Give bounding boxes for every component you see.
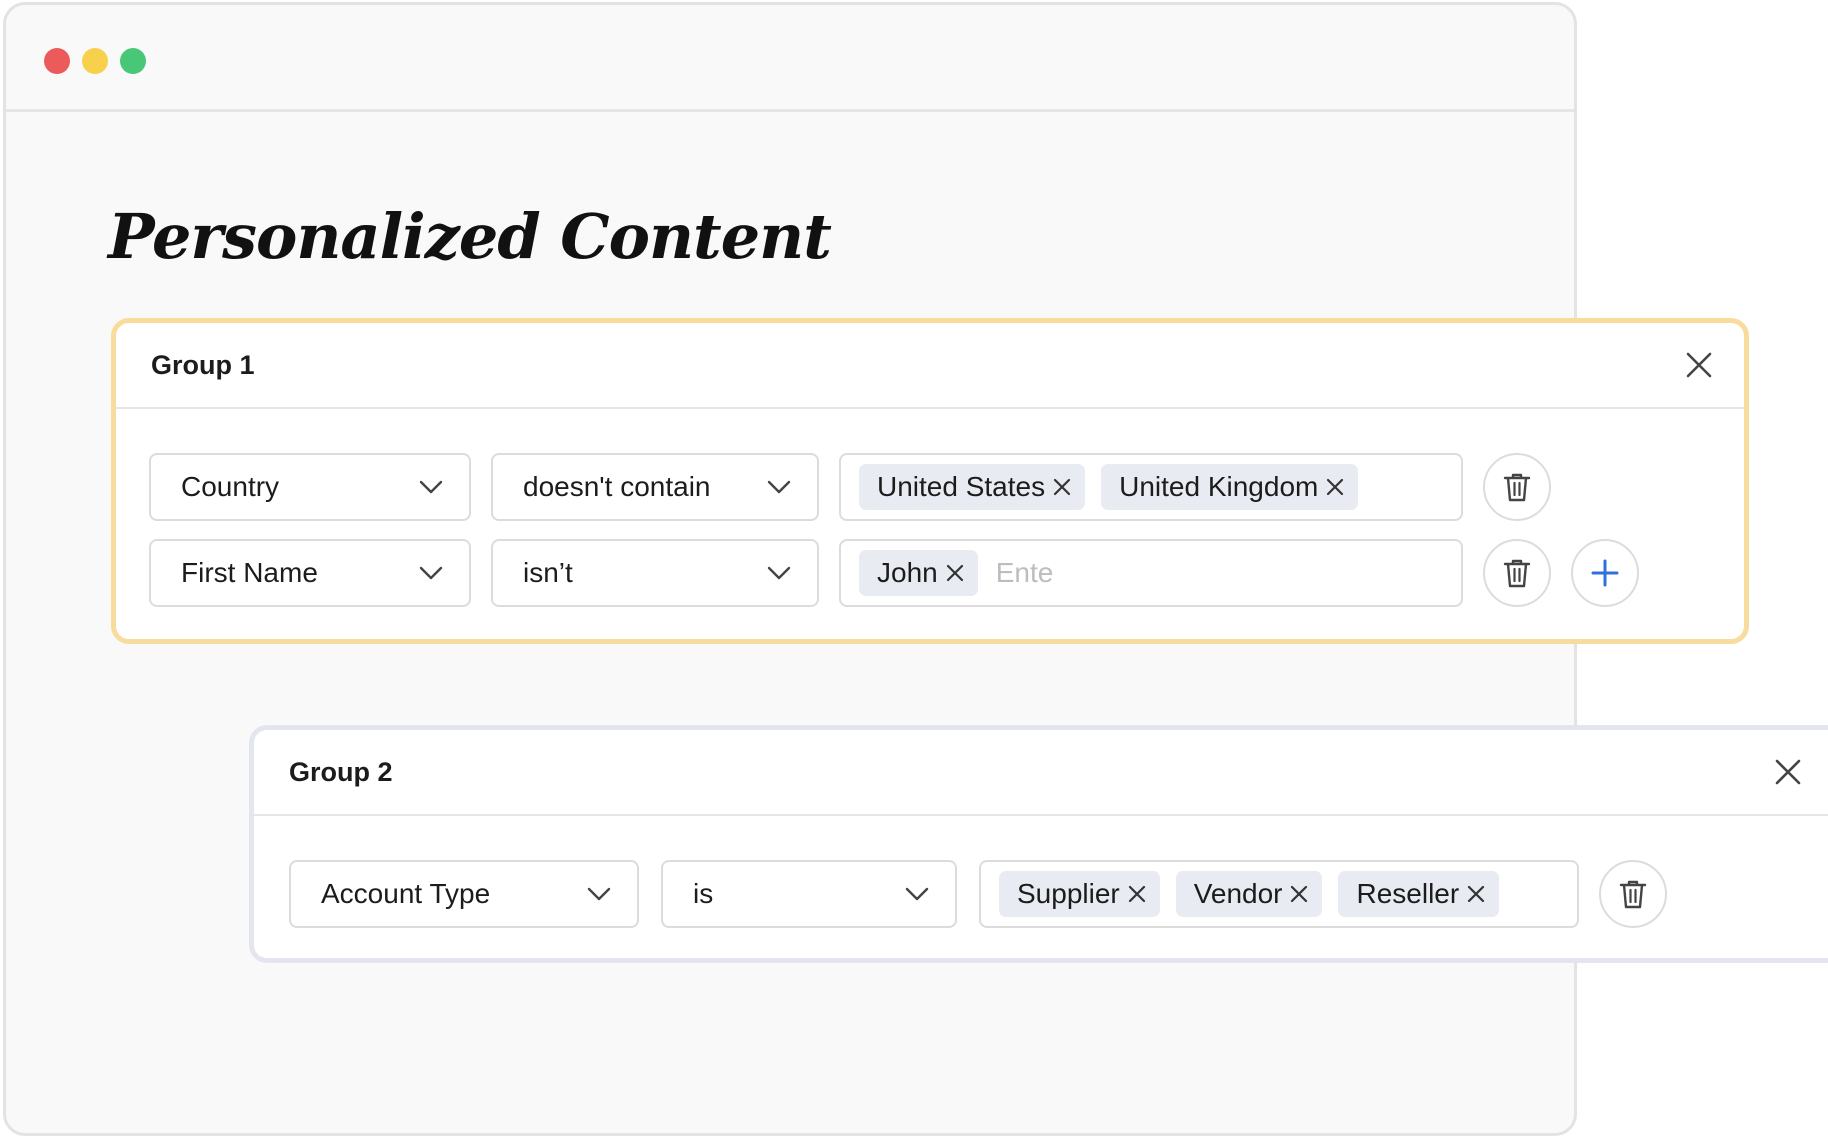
value-tag-input[interactable]: John: [839, 539, 1463, 607]
tag-remove-icon[interactable]: [1467, 885, 1485, 903]
value-tag: Vendor: [1175, 871, 1323, 917]
close-icon: [1775, 759, 1801, 785]
group-1-close-button[interactable]: [1679, 345, 1719, 385]
field-select[interactable]: First Name: [149, 539, 471, 607]
operator-select[interactable]: doesn't contain: [491, 453, 819, 521]
field-select-value: Account Type: [321, 878, 491, 909]
value-tag-input[interactable]: Supplier Vendor Reseller: [979, 860, 1579, 928]
chevron-down-icon: [419, 566, 443, 580]
chevron-down-icon: [767, 480, 791, 494]
group-2-header: Group 2: [254, 730, 1828, 816]
value-tag: United States: [859, 464, 1086, 510]
tag-remove-icon[interactable]: [1290, 885, 1308, 903]
condition-row: Account Type is Supplier Vendor Reseller: [289, 860, 1789, 928]
chevron-down-icon: [905, 887, 929, 901]
window-close-dot[interactable]: [44, 48, 70, 74]
value-tag-label: Reseller: [1356, 878, 1460, 909]
value-tag-label: United States: [877, 471, 1046, 502]
tag-remove-icon[interactable]: [1053, 478, 1071, 496]
field-select-value: First Name: [181, 557, 318, 588]
value-tag: United Kingdom: [1101, 464, 1359, 510]
field-select-value: Country: [181, 471, 280, 502]
chevron-down-icon: [767, 566, 791, 580]
trash-icon: [1503, 473, 1531, 502]
page-title: Personalized Content: [108, 200, 832, 273]
operator-select[interactable]: is: [661, 860, 957, 928]
group-2-title: Group 2: [289, 756, 393, 787]
window-maximize-dot[interactable]: [120, 48, 146, 74]
tag-remove-icon[interactable]: [1128, 885, 1146, 903]
value-tag-label: United Kingdom: [1119, 471, 1319, 502]
value-tag-label: Supplier: [1017, 878, 1120, 909]
value-tag: Supplier: [999, 871, 1160, 917]
group-2-close-button[interactable]: [1768, 752, 1808, 792]
condition-row: First Name isn’t John: [149, 539, 1669, 607]
chevron-down-icon: [587, 887, 611, 901]
operator-select-value: doesn't contain: [523, 471, 711, 502]
operator-select-value: isn’t: [523, 557, 573, 588]
group-1-title: Group 1: [151, 349, 255, 380]
group-2-card: Group 2 Account Type is Supplier Vendor …: [249, 725, 1828, 963]
trash-icon: [1619, 880, 1647, 909]
value-tag: Reseller: [1338, 871, 1500, 917]
delete-condition-button[interactable]: [1483, 539, 1551, 607]
condition-row: Country doesn't contain United States Un…: [149, 453, 1669, 521]
value-tag: John: [859, 550, 978, 596]
value-tag-label: John: [877, 557, 938, 588]
operator-select[interactable]: isn’t: [491, 539, 819, 607]
field-select[interactable]: Account Type: [289, 860, 639, 928]
operator-select-value: is: [693, 878, 714, 909]
plus-icon: [1591, 559, 1619, 587]
delete-condition-button[interactable]: [1599, 860, 1667, 928]
value-text-input[interactable]: [993, 556, 1198, 590]
tag-remove-icon[interactable]: [946, 564, 964, 582]
delete-condition-button[interactable]: [1483, 453, 1551, 521]
window-titlebar: [6, 5, 1574, 112]
tag-remove-icon[interactable]: [1326, 478, 1344, 496]
value-tag-input[interactable]: United States United Kingdom: [839, 453, 1463, 521]
close-icon: [1686, 352, 1712, 378]
group-1-header: Group 1: [116, 323, 1744, 409]
window-minimize-dot[interactable]: [82, 48, 108, 74]
trash-icon: [1503, 559, 1531, 588]
value-tag-label: Vendor: [1193, 878, 1283, 909]
group-1-card: Group 1 Country doesn't contain United S…: [111, 318, 1749, 644]
chevron-down-icon: [419, 480, 443, 494]
add-condition-button[interactable]: [1571, 539, 1639, 607]
field-select[interactable]: Country: [149, 453, 471, 521]
